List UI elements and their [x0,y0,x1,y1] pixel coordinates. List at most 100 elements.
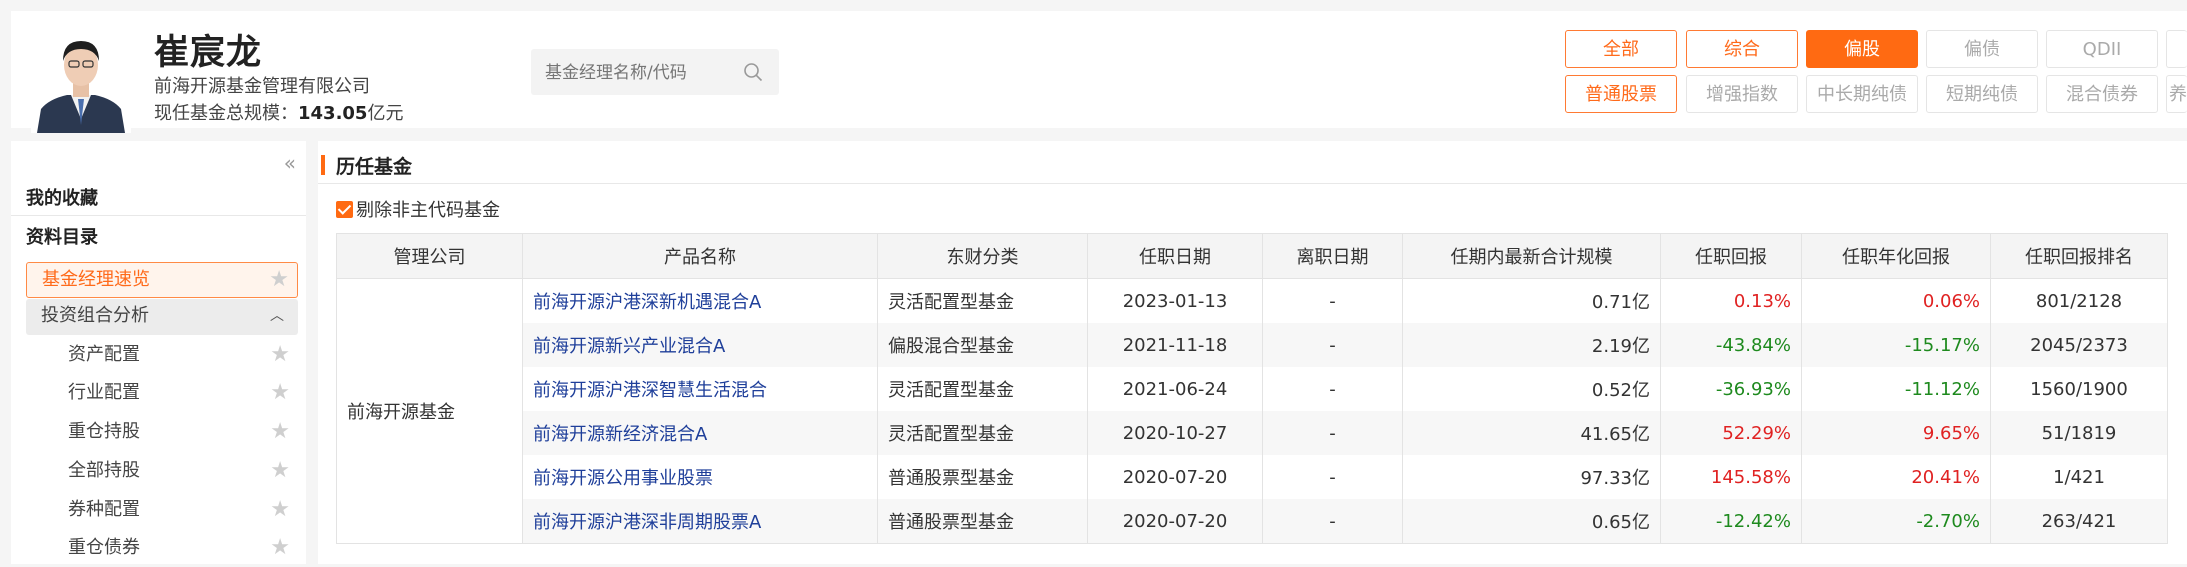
tenure-return: 0.13% [1660,278,1802,323]
sidebar-item-top-bonds[interactable]: 重仓债券 ★ [26,531,298,567]
col-header[interactable]: 管理公司 [336,233,523,279]
annualized-return: 20.41% [1801,455,1991,499]
sidebar-item-label: 投资组合分析 [41,305,149,326]
fund-name-link[interactable]: 前海开源沪港深智慧生活混合 [522,367,878,411]
section-title: 历任基金 [336,156,413,178]
col-header[interactable]: 产品名称 [522,233,878,279]
annualized-return: -11.12% [1801,367,1991,411]
filter-qdii[interactable]: QDII [2046,30,2158,68]
star-icon[interactable]: ★ [270,454,290,488]
annualized-return: -2.70% [1801,499,1991,544]
filter-common-stock[interactable]: 普通股票 [1565,75,1677,113]
filter-bond-biased[interactable]: 偏债 [1926,30,2038,68]
sidebar-catalog[interactable]: 资料目录 [26,223,98,249]
filter-pension[interactable]: 养 [2166,75,2187,113]
fund-scale: 0.52亿 [1402,367,1661,411]
manager-search[interactable] [531,49,779,97]
fund-name-link[interactable]: 前海开源新经济混合A [522,411,878,455]
fund-name-link[interactable]: 前海开源新兴产业混合A [522,323,878,367]
main-panel: 历任基金 剔除非主代码基金 管理公司 产品名称 东财分类 任职日期 离职日期 任… [318,141,2187,564]
star-icon[interactable]: ★ [270,376,290,410]
sidebar-item-label: 基金经理速览 [42,269,150,290]
start-date: 2021-06-24 [1087,367,1263,411]
col-header[interactable]: 任职回报 [1660,233,1802,279]
return-rank: 2045/2373 [1990,323,2168,367]
tenure-return: 145.58% [1660,455,1802,499]
annualized-return: -15.17% [1801,323,1991,367]
start-date: 2023-01-13 [1087,278,1263,323]
end-date: - [1262,499,1403,544]
col-header[interactable]: 任职年化回报 [1801,233,1991,279]
tenure-return: 52.29% [1660,411,1802,455]
filter-more[interactable] [2166,30,2187,68]
table-row: 前海开源公用事业股票 普通股票型基金 2020-07-20 - 97.33亿 1… [337,455,2168,499]
end-date: - [1262,367,1403,411]
checkbox-checked-icon[interactable] [336,201,353,218]
fund-name-link[interactable]: 前海开源沪港深新机遇混合A [522,278,878,323]
sidebar-item-bond-types[interactable]: 券种配置 ★ [26,493,298,529]
sidebar-item-all-holdings[interactable]: 全部持股 ★ [26,454,298,490]
table-row: 前海开源沪港深智慧生活混合 灵活配置型基金 2021-06-24 - 0.52亿… [337,367,2168,411]
fund-name-link[interactable]: 前海开源公用事业股票 [522,455,878,499]
manager-avatar [31,27,131,133]
fund-name-link[interactable]: 前海开源沪港深非周期股票A [522,499,878,544]
annualized-return: 0.06% [1801,278,1991,323]
return-rank: 801/2128 [1990,278,2168,323]
col-header[interactable]: 东财分类 [877,233,1088,279]
sidebar-item-top-holdings[interactable]: 重仓持股 ★ [26,415,298,451]
sidebar: « 我的收藏 资料目录 基金经理速览 ★ 投资组合分析 ︿ 资产配置 ★ 行业配… [11,141,306,564]
scale-unit: 亿元 [367,103,404,124]
search-input[interactable] [531,49,757,97]
filter-mid-long-bond[interactable]: 中长期纯债 [1806,75,1918,113]
table-row: 前海开源新经济混合A 灵活配置型基金 2020-10-27 - 41.65亿 5… [337,411,2168,455]
sidebar-item-label: 重仓持股 [68,421,140,442]
return-rank: 263/421 [1990,499,2168,544]
col-header[interactable]: 离职日期 [1262,233,1403,279]
col-header[interactable]: 任期内最新合计规模 [1402,233,1661,279]
fund-scale: 97.33亿 [1402,455,1661,499]
filter-mixed-bond[interactable]: 混合债券 [2046,75,2158,113]
sidebar-item-asset-allocation[interactable]: 资产配置 ★ [26,338,298,374]
sidebar-favorites[interactable]: 我的收藏 [26,184,98,210]
star-icon[interactable]: ★ [270,338,290,372]
return-rank: 1/421 [1990,455,2168,499]
divider [11,215,306,216]
start-date: 2020-10-27 [1087,411,1263,455]
fund-scale: 2.19亿 [1402,323,1661,367]
table-header-row: 管理公司 产品名称 东财分类 任职日期 离职日期 任期内最新合计规模 任职回报 … [336,233,2168,279]
start-date: 2020-07-20 [1087,499,1263,544]
sidebar-item-label: 重仓债券 [68,537,140,558]
sidebar-item-industry-allocation[interactable]: 行业配置 ★ [26,376,298,412]
checkbox-label: 剔除非主代码基金 [356,200,500,221]
col-header[interactable]: 任职日期 [1087,233,1263,279]
star-icon[interactable]: ★ [270,531,290,565]
filter-enhanced-index[interactable]: 增强指数 [1686,75,1798,113]
filter-short-bond[interactable]: 短期纯债 [1926,75,2038,113]
company-cell: 前海开源基金 [336,278,523,544]
chevron-up-icon[interactable]: ︿ [270,299,284,333]
fund-scale: 0.65亿 [1402,499,1661,544]
exclude-non-main-checkbox[interactable]: 剔除非主代码基金 [336,196,500,222]
filter-all[interactable]: 全部 [1565,30,1677,68]
sidebar-item-manager-overview[interactable]: 基金经理速览 ★ [26,262,298,298]
sidebar-item-label: 行业配置 [68,382,140,403]
search-icon[interactable] [743,62,763,82]
col-header[interactable]: 任职回报排名 [1990,233,2168,279]
sidebar-item-label: 全部持股 [68,460,140,481]
filter-comprehensive[interactable]: 综合 [1686,30,1798,68]
fund-category: 偏股混合型基金 [877,323,1088,367]
scale-value: 143.05 [298,103,368,124]
collapse-icon[interactable]: « [284,151,296,175]
return-rank: 1560/1900 [1990,367,2168,411]
fund-category: 灵活配置型基金 [877,367,1088,411]
sidebar-group-portfolio-analysis[interactable]: 投资组合分析 ︿ [26,299,298,335]
start-date: 2021-11-18 [1087,323,1263,367]
manager-name: 崔宸龙 [154,33,263,73]
filter-equity-biased[interactable]: 偏股 [1806,30,1918,68]
star-icon[interactable]: ★ [270,415,290,449]
end-date: - [1262,411,1403,455]
fund-category: 普通股票型基金 [877,455,1088,499]
divider [318,183,2187,184]
star-icon[interactable]: ★ [269,263,289,297]
star-icon[interactable]: ★ [270,493,290,527]
